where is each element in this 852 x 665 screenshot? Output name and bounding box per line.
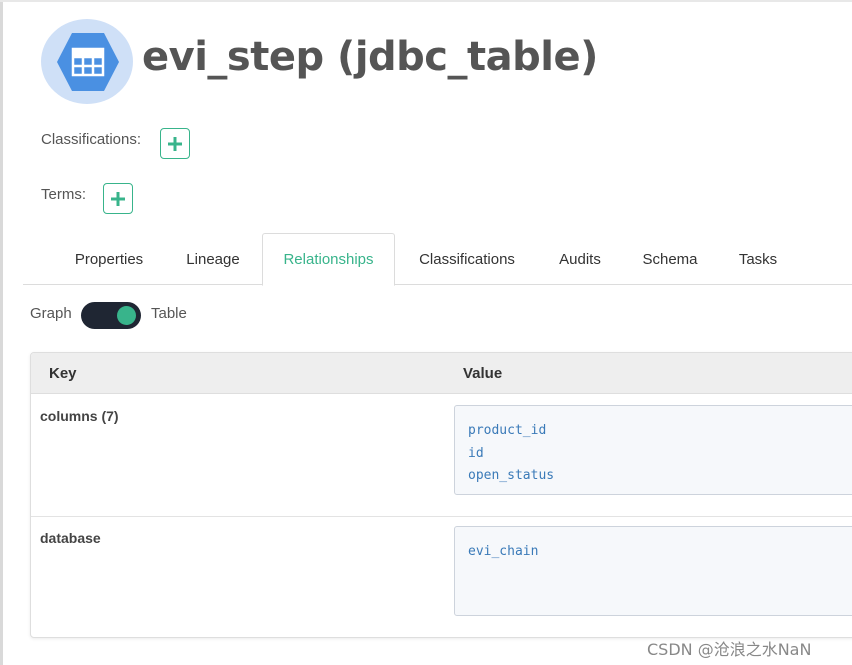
- entity-avatar: [41, 19, 133, 104]
- detail-tabs: Properties Lineage Relationships Classif…: [23, 233, 852, 286]
- plus-icon: [111, 191, 125, 206]
- value-link[interactable]: open_status: [468, 465, 852, 488]
- tab-properties[interactable]: Properties: [58, 233, 160, 285]
- relationships-table: Key Value columns (7) product_id id open…: [30, 352, 852, 638]
- table-header: Key Value: [31, 353, 852, 394]
- toggle-table-label: Table: [151, 305, 187, 322]
- column-header-key: Key: [49, 365, 77, 382]
- left-border: [0, 0, 3, 665]
- tab-classifications[interactable]: Classifications: [405, 233, 529, 285]
- top-border: [0, 0, 852, 2]
- value-link[interactable]: evi_chain: [468, 541, 852, 564]
- row-key: database: [40, 530, 101, 546]
- table-row: columns (7) product_id id open_status: [31, 394, 852, 517]
- tab-lineage[interactable]: Lineage: [168, 233, 258, 285]
- table-grid-icon: [57, 33, 119, 91]
- row-value-box: product_id id open_status: [454, 405, 852, 495]
- add-term-button[interactable]: [103, 183, 133, 214]
- tab-audits[interactable]: Audits: [544, 233, 616, 285]
- classifications-label: Classifications:: [41, 131, 142, 148]
- tab-relationships[interactable]: Relationships: [262, 233, 395, 286]
- tab-schema[interactable]: Schema: [630, 233, 710, 285]
- table-row: database evi_chain: [31, 517, 852, 637]
- toggle-knob: [117, 306, 136, 325]
- graph-table-toggle[interactable]: [81, 302, 141, 329]
- page-title: evi_step (jdbc_table): [142, 34, 598, 80]
- watermark: CSDN @沧浪之水NaN: [647, 640, 812, 659]
- row-value-box: evi_chain: [454, 526, 852, 616]
- toggle-graph-label: Graph: [30, 305, 72, 322]
- row-key: columns (7): [40, 408, 119, 424]
- plus-icon: [168, 136, 182, 151]
- column-header-value: Value: [463, 365, 503, 382]
- value-link[interactable]: product_id: [468, 420, 852, 443]
- add-classification-button[interactable]: [160, 128, 190, 159]
- value-link[interactable]: id: [468, 443, 852, 466]
- tab-tasks[interactable]: Tasks: [726, 233, 790, 285]
- terms-label: Terms:: [41, 186, 86, 203]
